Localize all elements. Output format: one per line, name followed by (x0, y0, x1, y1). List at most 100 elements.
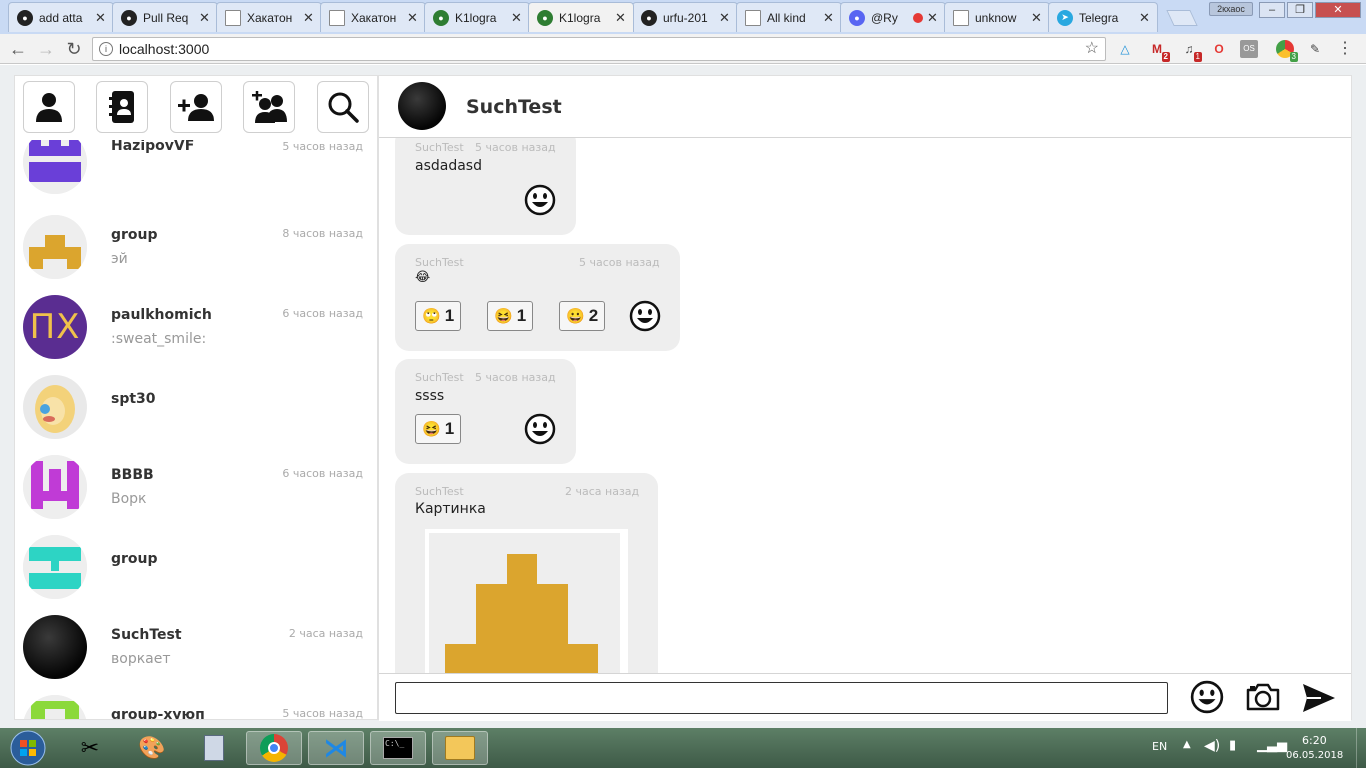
taskbar-chrome[interactable] (246, 731, 302, 765)
taskbar-snipping-tool[interactable]: ✂ (62, 731, 118, 765)
profile-button[interactable]: 2кхаос (1209, 2, 1253, 16)
address-bar[interactable]: i localhost:3000 ☆ (92, 37, 1106, 61)
browser-tab[interactable]: ● Pull Req ✕ (112, 2, 218, 32)
create-group-button[interactable] (243, 81, 295, 133)
close-icon[interactable]: ✕ (407, 10, 419, 26)
forward-icon[interactable]: → (36, 39, 56, 59)
browser-tab[interactable]: ● @Ry ✕ (840, 2, 946, 32)
contacts-button[interactable] (96, 81, 148, 133)
reaction-count: 1 (516, 306, 527, 325)
chat-list-item[interactable]: BBBB 6 часов назад Ворк (15, 455, 377, 535)
minimize-button[interactable]: – (1259, 2, 1285, 18)
browser-tab[interactable]: ● add atta ✕ (8, 2, 114, 32)
send-icon[interactable] (1301, 682, 1337, 714)
add-contact-button[interactable] (170, 81, 222, 133)
message-input[interactable] (395, 682, 1168, 714)
taskbar-vscode[interactable]: ⋊ (308, 731, 364, 765)
chat-list-item[interactable]: group 8 часов назад эй (15, 215, 377, 295)
message-text: ssss (415, 388, 445, 404)
reaction-chip[interactable]: 🙄 1 (415, 301, 462, 331)
close-icon[interactable]: ✕ (303, 10, 315, 26)
clock-date[interactable]: 06.05.2018 (1286, 750, 1343, 761)
close-icon[interactable]: ✕ (615, 10, 627, 26)
extension-opera-icon[interactable]: O (1210, 40, 1228, 58)
tab-title: unknow (975, 10, 1017, 25)
extension-mail-icon[interactable]: M2 (1148, 40, 1170, 62)
info-icon[interactable]: i (99, 42, 113, 56)
extension-triangle-icon[interactable]: △ (1116, 40, 1134, 58)
volume-icon[interactable]: ◀) (1204, 738, 1220, 754)
calculator-icon (204, 735, 224, 761)
maximize-button[interactable]: ❐ (1287, 2, 1313, 18)
close-icon[interactable]: ✕ (511, 10, 523, 26)
reload-icon[interactable]: ↻ (64, 39, 84, 59)
taskbar-paint[interactable]: 🎨 (124, 731, 180, 765)
close-icon[interactable]: ✕ (927, 10, 939, 26)
browser-tab[interactable]: ● urfu-201 ✕ (632, 2, 738, 32)
back-icon[interactable]: ← (8, 39, 28, 59)
new-tab-button[interactable] (1166, 10, 1198, 26)
camera-icon[interactable] (1245, 682, 1281, 712)
close-icon[interactable]: ✕ (823, 10, 835, 26)
clock-time[interactable]: 6:20 (1302, 734, 1327, 747)
add-reaction-icon[interactable] (629, 300, 661, 332)
tray-expand-icon[interactable]: ▲ (1183, 739, 1191, 750)
add-reaction-icon[interactable] (524, 413, 556, 445)
browser-tab-active[interactable]: ● K1logra ✕ (528, 2, 634, 32)
browser-tab[interactable]: All kind ✕ (736, 2, 842, 32)
chat-list-item[interactable]: SuchTest 2 часа назад воркает (15, 615, 377, 695)
browser-tab[interactable]: ➤ Telegra ✕ (1048, 2, 1158, 32)
extension-chrome-icon[interactable]: 3 (1276, 40, 1298, 62)
emoji-picker-icon[interactable] (1190, 680, 1224, 714)
browser-tab[interactable]: Хакатон ✕ (320, 2, 426, 32)
browser-tab[interactable]: ● K1logra ✕ (424, 2, 530, 32)
close-icon[interactable]: ✕ (1139, 10, 1151, 26)
chat-list-item[interactable]: group-хуюп 5 часов назад (15, 695, 377, 719)
chat-list-item[interactable]: ПХ paulkhomich 6 часов назад :sweat_smil… (15, 295, 377, 375)
add-reaction-icon[interactable] (524, 184, 556, 216)
taskbar-explorer[interactable] (432, 731, 488, 765)
message-bubble: SuchTest 5 часов назад asdadasd (395, 138, 576, 235)
chat-panel: SuchTest SuchTest 5 часов назад asdadasd… (378, 75, 1352, 721)
message-image[interactable] (425, 529, 628, 673)
browser-tab[interactable]: unknow ✕ (944, 2, 1050, 32)
profile-button[interactable] (23, 81, 75, 133)
avatar[interactable] (398, 82, 446, 130)
extension-os-icon[interactable]: OS (1240, 40, 1258, 58)
avatar (23, 375, 87, 439)
language-indicator[interactable]: EN (1152, 740, 1167, 753)
reaction-chip[interactable]: 😆 1 (487, 301, 534, 331)
close-icon[interactable]: ✕ (1031, 10, 1043, 26)
close-icon[interactable]: ✕ (95, 10, 107, 26)
browser-tab[interactable]: Хакатон ✕ (216, 2, 322, 32)
chat-list-item[interactable]: spt30 (15, 375, 377, 455)
reaction-chip[interactable]: 😆 1 (415, 414, 462, 444)
tab-title: add atta (39, 10, 83, 25)
bookmark-star-icon[interactable]: ☆ (1085, 38, 1099, 60)
extension-music-icon[interactable]: ♫ 1 (1180, 40, 1202, 62)
taskbar-cmd[interactable]: C:\_ (370, 731, 426, 765)
start-button[interactable] (4, 730, 52, 766)
taskbar-calculator[interactable] (186, 731, 242, 765)
menu-icon[interactable]: ⋮ (1336, 40, 1354, 58)
reaction-chip[interactable]: 😀 2 (559, 301, 606, 331)
tab-title: @Ry (871, 10, 898, 25)
terminal-icon: C:\_ (383, 737, 413, 759)
show-desktop-button[interactable] (1356, 728, 1366, 768)
window-close-button[interactable]: ✕ (1315, 2, 1361, 18)
close-icon[interactable]: ✕ (199, 10, 211, 26)
network-icon[interactable]: ▁▃▅ (1257, 738, 1287, 753)
tab-title: Pull Req (143, 10, 189, 25)
search-button[interactable] (317, 81, 369, 133)
extension-eyedropper-icon[interactable]: ✎ (1306, 40, 1324, 58)
close-icon[interactable]: ✕ (719, 10, 731, 26)
chat-list-item[interactable]: HazipovVF 5 часов назад (15, 130, 377, 210)
browser-toolbar: ← → ↻ i localhost:3000 ☆ △ M2 ♫ 1 O OS 3 … (0, 34, 1366, 64)
chat-list-item[interactable]: group (15, 535, 377, 615)
github-icon: ● (121, 9, 137, 26)
chat-preview: Ворк (111, 491, 147, 507)
chat-name: group (111, 227, 158, 243)
extension-badge: 1 (1193, 52, 1202, 62)
extension-badge: 3 (1289, 52, 1298, 62)
power-icon[interactable]: ▮ (1229, 738, 1236, 753)
